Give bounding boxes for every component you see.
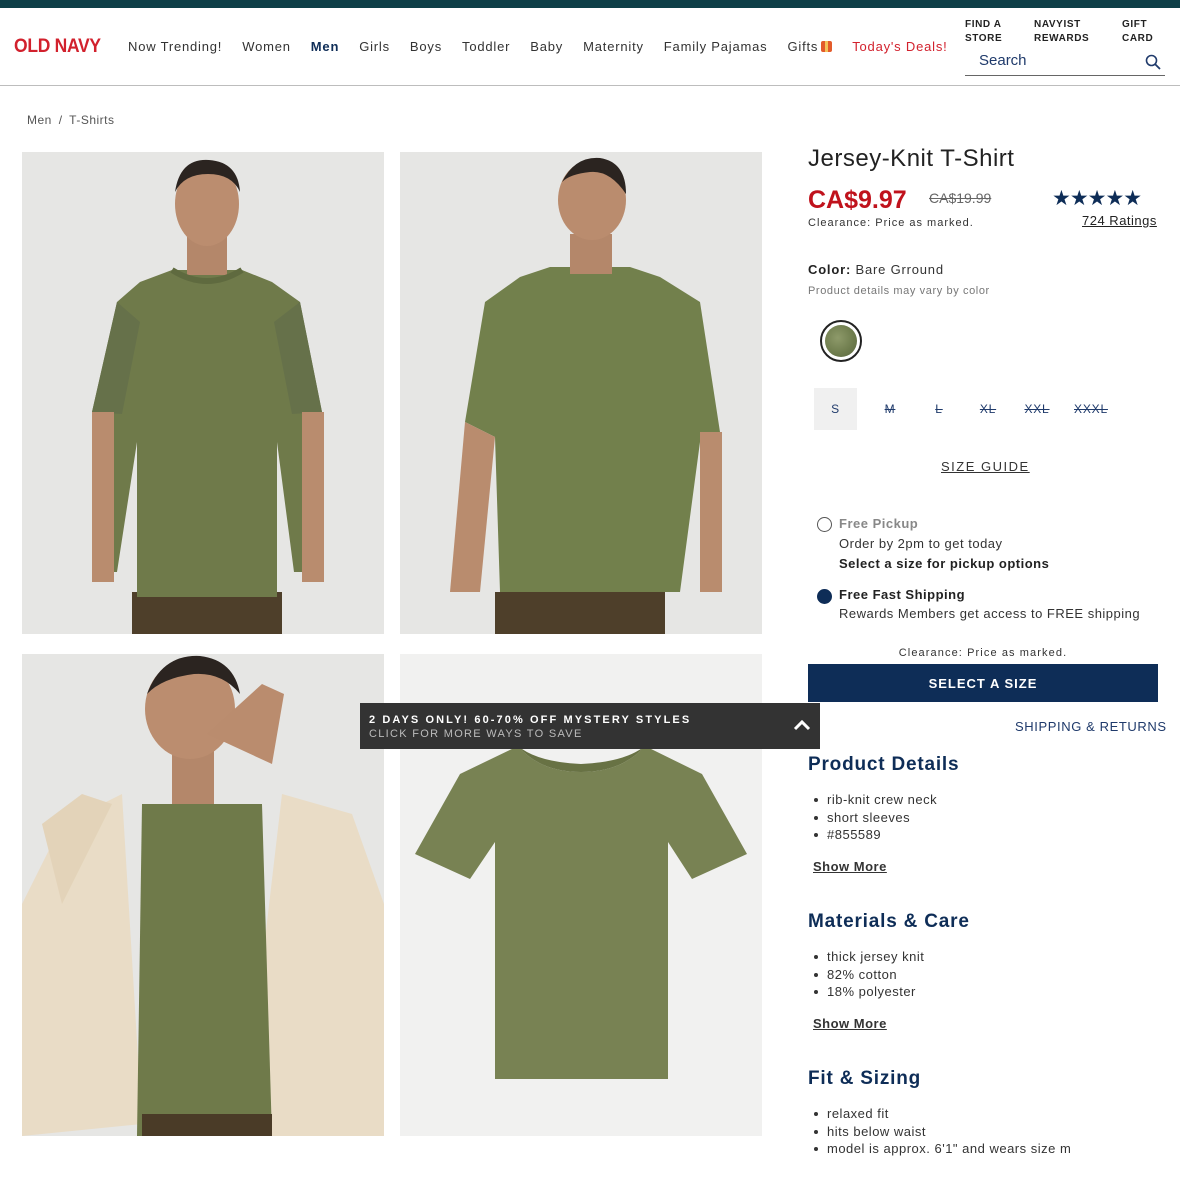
color-name: Bare Grround: [855, 262, 944, 277]
nav-boys[interactable]: Boys: [410, 39, 442, 54]
shipping-line1: Rewards Members get access to FREE shipp…: [839, 606, 1141, 621]
fit-list: relaxed fit hits below waist model is ap…: [812, 1105, 1071, 1158]
color-swatch-bare-ground[interactable]: [820, 320, 862, 362]
old-navy-logo[interactable]: OLD NAVY: [14, 36, 101, 58]
nav-gifts-label: Gifts: [787, 39, 819, 54]
promo-subtitle: CLICK FOR MORE WAYS TO SAVE: [369, 728, 583, 740]
swatch-fill: [825, 325, 857, 357]
clearance-note: Clearance: Price as marked.: [808, 217, 974, 229]
nav-toddler[interactable]: Toddler: [462, 39, 510, 54]
pickup-radio[interactable]: [817, 517, 832, 532]
breadcrumb-men[interactable]: Men: [27, 113, 52, 127]
size-selector: S M L XL XXL XXXL: [814, 388, 1123, 430]
size-xl[interactable]: XL: [961, 388, 1015, 430]
materials-care-title[interactable]: Materials & Care: [808, 911, 970, 933]
nav-girls[interactable]: Girls: [359, 39, 390, 54]
materials-show-more[interactable]: Show More: [813, 1016, 887, 1031]
materials-list: thick jersey knit 82% cotton 18% polyest…: [812, 948, 924, 1001]
list-item: 18% polyester: [812, 983, 924, 1001]
list-item: model is approx. 6'1" and wears size m: [812, 1140, 1071, 1158]
nav-family-pajamas[interactable]: Family Pajamas: [664, 39, 768, 54]
size-m[interactable]: M: [863, 388, 917, 430]
model-jacket-image: [22, 654, 384, 1136]
nav-baby[interactable]: Baby: [530, 39, 563, 54]
nav-maternity[interactable]: Maternity: [583, 39, 644, 54]
sale-price: CA$9.97: [808, 186, 907, 214]
promo-banner[interactable]: 2 DAYS ONLY! 60-70% OFF MYSTERY STYLES C…: [360, 703, 820, 749]
size-guide-link[interactable]: SIZE GUIDE: [941, 459, 1030, 474]
list-item: thick jersey knit: [812, 948, 924, 966]
list-item: relaxed fit: [812, 1105, 1071, 1123]
shipping-title: Free Fast Shipping: [839, 587, 966, 602]
size-l[interactable]: L: [917, 388, 961, 430]
color-label: Color: Bare Grround: [808, 262, 944, 277]
search-input[interactable]: [979, 52, 1139, 69]
main-nav: Now Trending! Women Men Girls Boys Toddl…: [128, 39, 968, 54]
size-xxl[interactable]: XXL: [1015, 388, 1059, 430]
nav-men[interactable]: Men: [311, 39, 339, 54]
original-price: CA$19.99: [929, 190, 992, 206]
product-title: Jersey-Knit T-Shirt: [808, 145, 1015, 172]
chevron-up-icon[interactable]: [792, 715, 812, 735]
list-item: hits below waist: [812, 1123, 1071, 1141]
model-front-image: [22, 152, 384, 634]
product-details-title[interactable]: Product Details: [808, 754, 959, 776]
gift-icon: [821, 41, 833, 52]
navyist-rewards-link[interactable]: NAVYIST REWARDS: [1034, 18, 1089, 46]
gift-card-link[interactable]: GIFT CARD: [1122, 18, 1153, 46]
breadcrumb-t-shirts[interactable]: T-Shirts: [69, 113, 114, 127]
breadcrumb: Men / T-Shirts: [27, 113, 115, 127]
select-a-size-button[interactable]: SELECT A SIZE: [808, 664, 1158, 702]
color-note: Product details may vary by color: [808, 285, 990, 297]
product-photo-front[interactable]: [22, 152, 384, 634]
product-details-list: rib-knit crew neck short sleeves #855589: [812, 791, 937, 844]
site-header: OLD NAVY Now Trending! Women Men Girls B…: [0, 8, 1180, 86]
color-label-title: Color:: [808, 262, 852, 277]
promo-title: 2 DAYS ONLY! 60-70% OFF MYSTERY STYLES: [369, 714, 692, 726]
product-photo-back[interactable]: [400, 152, 762, 634]
search-bar: [965, 50, 1165, 76]
star-rating-icon: ★★★★★: [1052, 187, 1142, 210]
size-xxxl[interactable]: XXXL: [1059, 388, 1123, 430]
nav-todays-deals[interactable]: Today's Deals!: [852, 39, 947, 54]
pickup-line1: Order by 2pm to get today: [839, 536, 1003, 551]
nav-women[interactable]: Women: [242, 39, 291, 54]
top-accent-bar: [0, 0, 1180, 8]
fit-sizing-title[interactable]: Fit & Sizing: [808, 1068, 921, 1090]
nav-gifts[interactable]: Gifts: [787, 39, 833, 54]
size-s[interactable]: S: [814, 388, 857, 430]
model-back-image: [400, 152, 762, 634]
ratings-link[interactable]: 724 Ratings: [1082, 213, 1157, 228]
shipping-returns-link[interactable]: SHIPPING & RETURNS: [1015, 719, 1167, 734]
breadcrumb-separator: /: [58, 113, 63, 127]
list-item: short sleeves: [812, 809, 937, 827]
pickup-line2: Select a size for pickup options: [839, 556, 1050, 571]
search-icon[interactable]: [1145, 54, 1161, 70]
find-a-store-link[interactable]: FIND A STORE: [965, 18, 1002, 46]
product-photo-lifestyle[interactable]: [22, 654, 384, 1136]
list-item: rib-knit crew neck: [812, 791, 937, 809]
shipping-radio[interactable]: [817, 589, 832, 604]
pickup-title: Free Pickup: [839, 516, 919, 531]
list-item: #855589: [812, 826, 937, 844]
list-item: 82% cotton: [812, 966, 924, 984]
clearance-note-cta: Clearance: Price as marked.: [898, 647, 1068, 659]
nav-now-trending[interactable]: Now Trending!: [128, 39, 222, 54]
product-details-show-more[interactable]: Show More: [813, 859, 887, 874]
